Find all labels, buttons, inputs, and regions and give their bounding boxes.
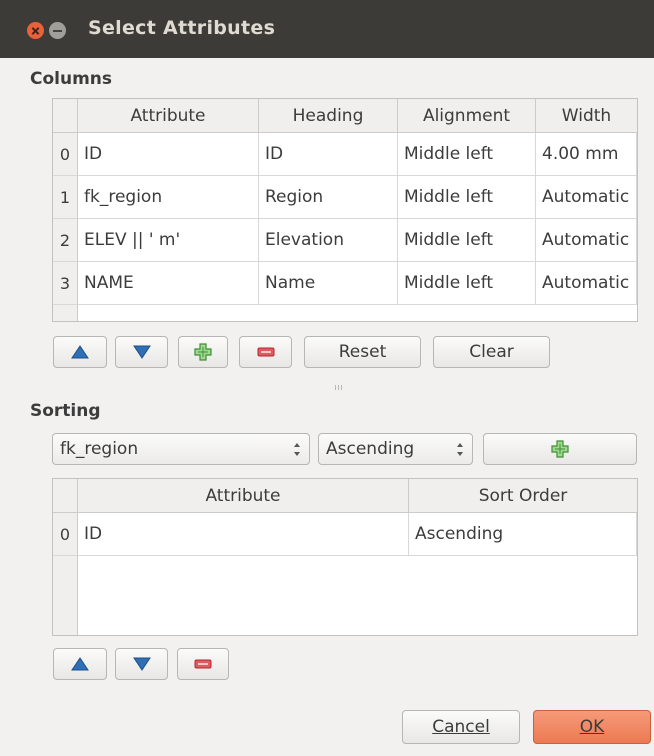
row-header-filler: [53, 556, 78, 635]
sort-header-attribute[interactable]: Attribute: [78, 479, 409, 513]
close-window-icon[interactable]: [27, 22, 44, 39]
column-header-alignment[interactable]: Alignment: [398, 99, 536, 133]
splitter-handle[interactable]: [335, 385, 345, 391]
row-number: 0: [53, 513, 78, 556]
cell-heading[interactable]: ID: [259, 133, 398, 176]
plus-icon: [551, 440, 569, 458]
cell-heading[interactable]: Region: [259, 176, 398, 219]
add-sort-button[interactable]: [483, 433, 637, 465]
cell-heading[interactable]: Name: [259, 262, 398, 305]
row-number: 1: [53, 176, 78, 219]
row-header-filler: [53, 305, 78, 321]
sorting-table-corner: [53, 479, 78, 513]
add-column-button[interactable]: [178, 336, 228, 368]
cell-attribute[interactable]: NAME: [78, 262, 259, 305]
plus-icon: [194, 343, 212, 361]
spin-arrows-icon: [457, 443, 463, 456]
column-header-width[interactable]: Width: [536, 99, 637, 133]
cell-heading[interactable]: Elevation: [259, 219, 398, 262]
columns-section-title: Columns: [30, 69, 113, 89]
triangle-up-icon: [71, 657, 89, 671]
triangle-down-icon: [132, 345, 151, 359]
cell-sort-order[interactable]: Ascending: [409, 513, 637, 556]
column-header-heading[interactable]: Heading: [259, 99, 398, 133]
sorting-table[interactable]: Attribute Sort Order 0 ID Ascending: [52, 478, 638, 636]
cell-width[interactable]: Automatic: [536, 262, 637, 305]
triangle-up-icon: [71, 345, 89, 359]
sort-attribute-value: fk_region: [60, 439, 139, 459]
minus-icon: [257, 347, 274, 357]
cell-alignment[interactable]: Middle left: [398, 133, 536, 176]
cell-attribute[interactable]: ID: [78, 513, 409, 556]
cell-width[interactable]: Automatic: [536, 176, 637, 219]
remove-column-button[interactable]: [239, 336, 292, 368]
cell-alignment[interactable]: Middle left: [398, 219, 536, 262]
title-bar: Select Attributes: [0, 0, 654, 58]
sorting-section-title: Sorting: [30, 401, 101, 421]
cell-alignment[interactable]: Middle left: [398, 262, 536, 305]
cell-alignment[interactable]: Middle left: [398, 176, 536, 219]
cell-attribute[interactable]: ID: [78, 133, 259, 176]
clear-button[interactable]: Clear: [433, 336, 550, 368]
cancel-button-label: Cancel: [432, 717, 490, 737]
columns-table-corner: [53, 99, 78, 133]
move-down-button[interactable]: [115, 336, 168, 368]
minimize-window-icon[interactable]: [49, 22, 66, 39]
sort-order-value: Ascending: [326, 439, 415, 459]
sort-order-combo[interactable]: Ascending: [318, 433, 473, 465]
cell-width[interactable]: 4.00 mm: [536, 133, 637, 176]
sort-move-down-button[interactable]: [115, 648, 168, 680]
cancel-button[interactable]: Cancel: [402, 710, 520, 744]
row-number: 2: [53, 219, 78, 262]
triangle-down-icon: [132, 657, 151, 671]
ok-button-label: OK: [579, 717, 605, 737]
ok-button[interactable]: OK: [533, 710, 651, 744]
spin-arrows-icon: [294, 443, 300, 456]
remove-sort-button[interactable]: [177, 648, 229, 680]
column-header-attribute[interactable]: Attribute: [78, 99, 259, 133]
sort-move-up-button[interactable]: [53, 648, 107, 680]
minus-icon: [194, 659, 212, 669]
cell-width[interactable]: Automatic: [536, 219, 637, 262]
window-title: Select Attributes: [88, 17, 276, 39]
cell-attribute[interactable]: fk_region: [78, 176, 259, 219]
sort-header-order[interactable]: Sort Order: [409, 479, 637, 513]
columns-table[interactable]: Attribute Heading Alignment Width 0 ID I…: [52, 98, 638, 322]
sort-attribute-combo[interactable]: fk_region: [52, 433, 310, 465]
row-number: 0: [53, 133, 78, 176]
cell-attribute[interactable]: ELEV || ' m': [78, 219, 259, 262]
row-number: 3: [53, 262, 78, 305]
reset-button[interactable]: Reset: [304, 336, 421, 368]
move-up-button[interactable]: [53, 336, 107, 368]
